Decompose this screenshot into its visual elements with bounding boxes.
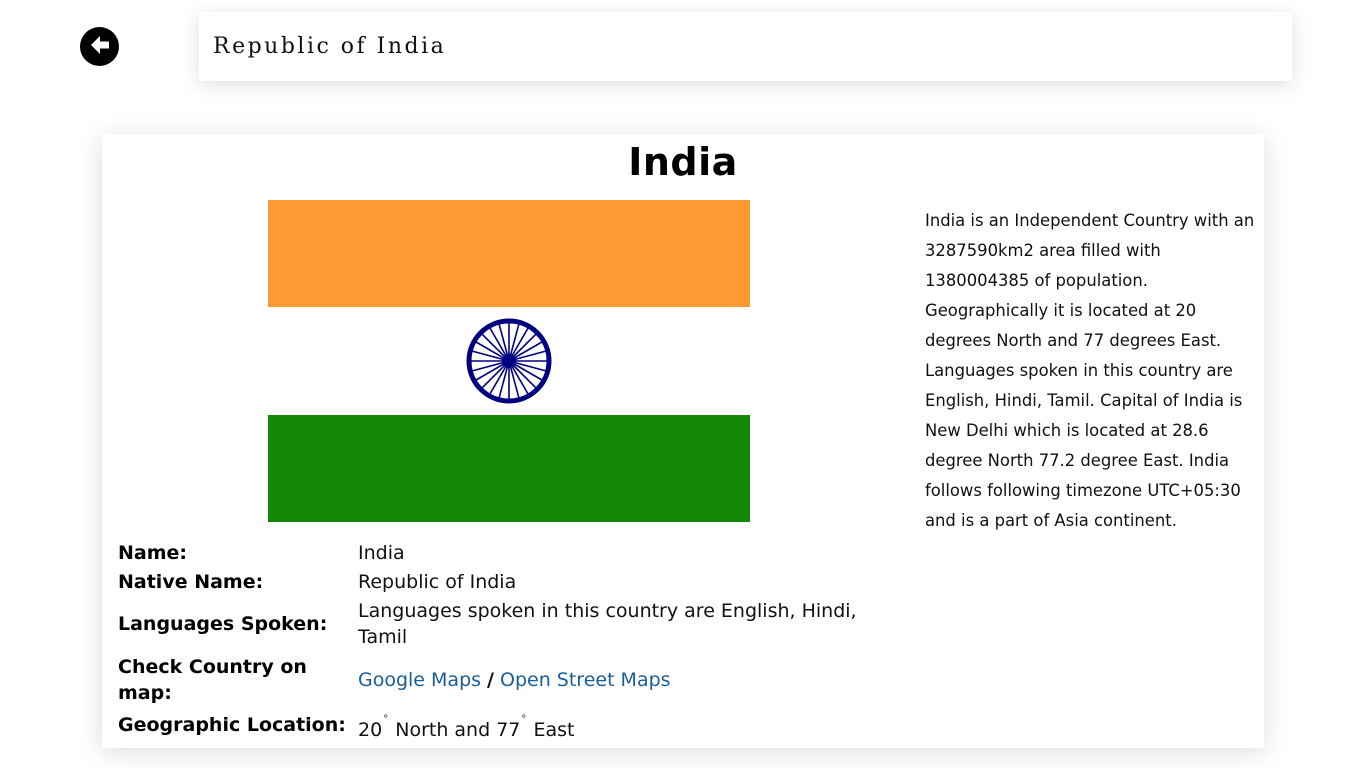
- info-row-map: Check Country on map: Google Maps / Open S…: [118, 652, 858, 708]
- info-row-geo: Geographic Location: 20° North and 77° E…: [118, 708, 858, 742]
- flag-green-stripe: [268, 415, 750, 522]
- map-link-separator: /: [487, 669, 494, 691]
- native-name-label: Native Name:: [118, 570, 264, 593]
- info-row-native-name: Native Name: Republic of India: [118, 567, 858, 596]
- country-title: India: [628, 140, 738, 184]
- native-name-value: Republic of India: [358, 570, 517, 593]
- geo-location-value: 20° North and 77° East: [358, 707, 858, 743]
- country-description: India is an Independent Country with an …: [925, 211, 1255, 530]
- geo-latitude: 20: [358, 719, 383, 741]
- country-card: India India is an Independent Country wi…: [102, 134, 1264, 748]
- languages-value: Languages spoken in this country are Eng…: [358, 600, 857, 648]
- geo-latitude-direction: North and: [395, 719, 491, 741]
- degree-symbol: °: [521, 714, 527, 725]
- info-row-languages: Languages Spoken: Languages spoken in th…: [118, 596, 858, 652]
- languages-label: Languages Spoken:: [118, 613, 328, 635]
- info-table: Name: India Native Name: Republic of Ind…: [118, 538, 858, 742]
- search-input[interactable]: Republic of India: [213, 34, 446, 59]
- open-street-maps-link[interactable]: Open Street Maps: [500, 669, 671, 691]
- google-maps-link[interactable]: Google Maps: [358, 669, 481, 691]
- info-row-name: Name: India: [118, 538, 858, 567]
- country-flag: [268, 200, 750, 522]
- back-button[interactable]: [80, 27, 119, 66]
- geo-longitude: 77: [496, 719, 521, 741]
- map-links: Google Maps / Open Street Maps: [358, 667, 858, 693]
- flag-saffron-stripe: [268, 200, 750, 307]
- search-bar[interactable]: Republic of India: [199, 12, 1292, 81]
- map-label: Check Country on map:: [118, 656, 307, 704]
- geo-longitude-direction: East: [533, 719, 575, 741]
- arrow-left-icon: [87, 32, 113, 62]
- degree-symbol: °: [383, 714, 389, 725]
- name-value: India: [358, 541, 405, 564]
- ashoka-chakra: [466, 318, 552, 404]
- geo-location-label: Geographic Location:: [118, 714, 346, 736]
- name-label: Name:: [118, 541, 188, 564]
